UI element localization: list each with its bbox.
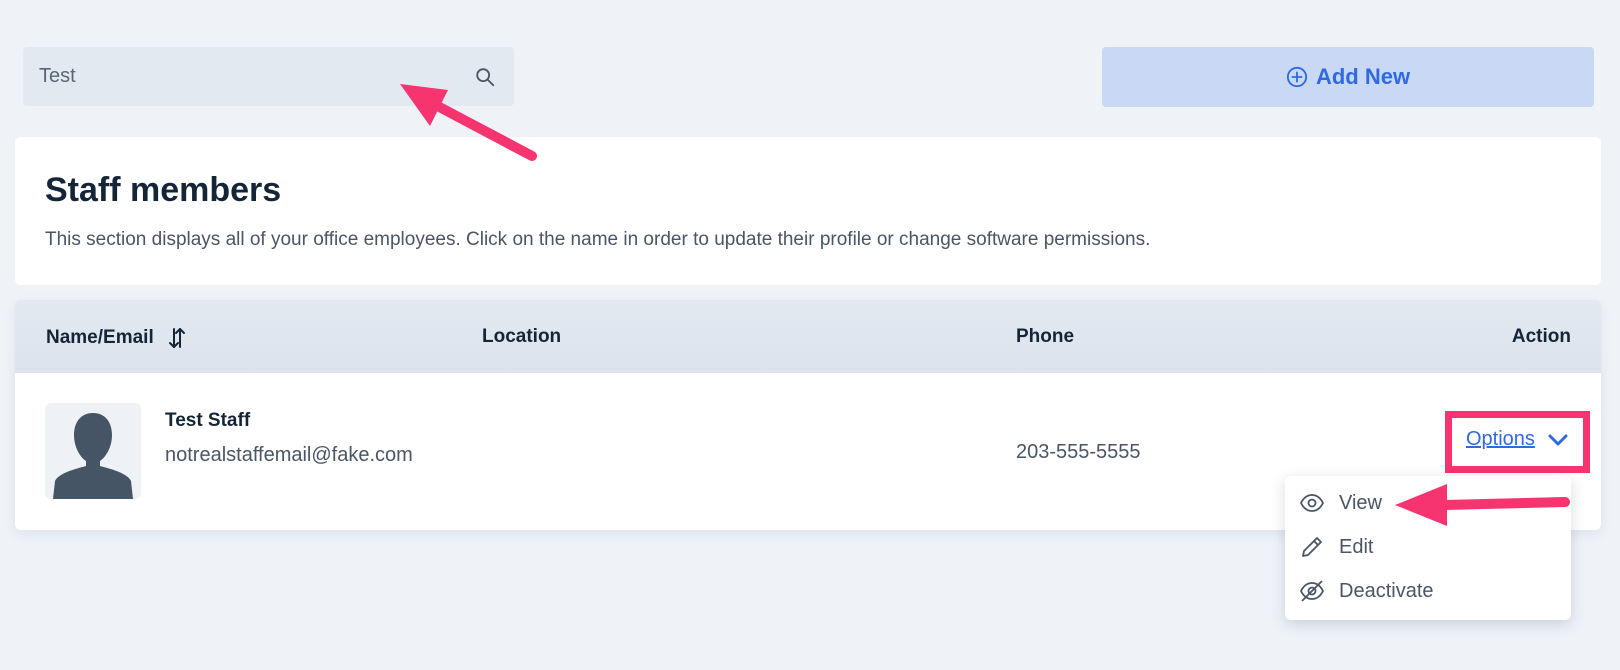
menu-item-view-label: View — [1339, 491, 1382, 514]
avatar — [45, 403, 141, 499]
staff-section: Staff members This section displays all … — [15, 137, 1601, 285]
plus-circle-icon — [1286, 66, 1308, 88]
table-header: Name/Email Location Phone Action — [15, 300, 1601, 373]
menu-item-view[interactable]: View — [1299, 488, 1382, 518]
column-header-action: Action — [1511, 326, 1571, 347]
options-label: Options — [1466, 428, 1535, 450]
menu-item-deactivate[interactable]: Deactivate — [1299, 576, 1434, 606]
pencil-icon — [1302, 537, 1322, 557]
options-dropdown-menu: View Edit Deactivate — [1285, 476, 1571, 620]
search-box[interactable] — [23, 47, 514, 106]
chevron-down-icon — [1548, 434, 1568, 445]
staff-email: notrealstaffemail@fake.com — [165, 444, 413, 466]
column-header-phone: Phone — [1016, 326, 1075, 347]
column-header-location: Location — [482, 326, 562, 347]
search-icon[interactable] — [474, 66, 496, 88]
menu-item-edit[interactable]: Edit — [1299, 532, 1373, 562]
menu-item-deactivate-label: Deactivate — [1339, 579, 1434, 602]
staff-phone: 203-555-5555 — [1016, 441, 1141, 463]
person-silhouette-icon — [53, 413, 133, 499]
add-new-button[interactable]: Add New — [1102, 47, 1594, 107]
add-new-label: Add New — [1315, 64, 1411, 89]
staff-name-link[interactable]: Test Staff — [165, 410, 250, 432]
column-header-name-label: Name/Email — [46, 327, 154, 348]
sort-icon[interactable] — [168, 326, 186, 350]
column-header-name[interactable]: Name/Email — [46, 326, 186, 350]
page-title: Staff members — [45, 171, 282, 209]
search-input[interactable] — [39, 65, 474, 88]
page-description: This section displays all of your office… — [45, 229, 1151, 250]
menu-item-edit-label: Edit — [1339, 535, 1374, 558]
eye-slash-icon — [1299, 580, 1325, 602]
eye-icon — [1299, 494, 1325, 512]
options-dropdown-toggle[interactable]: Options — [1466, 428, 1569, 451]
